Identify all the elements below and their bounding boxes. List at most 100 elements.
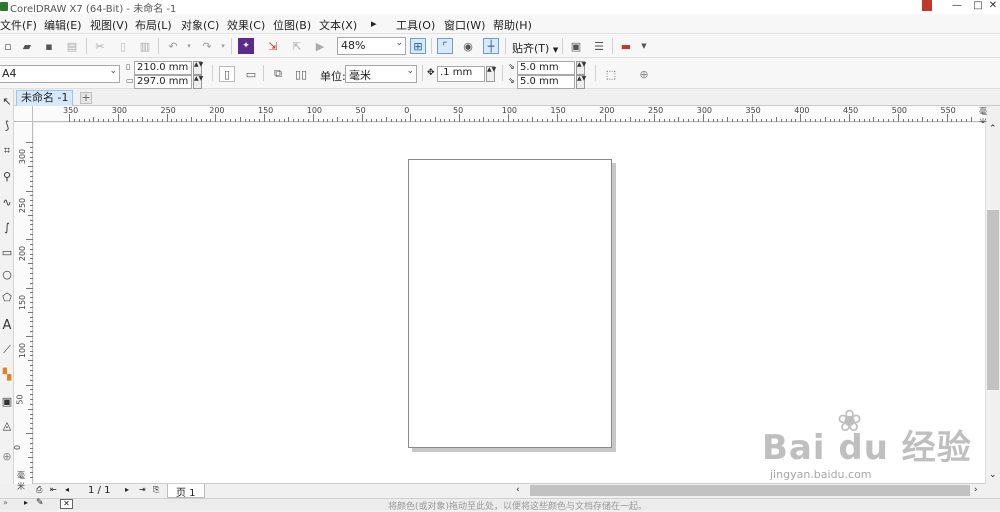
last-page-icon[interactable]: ⇥: [139, 485, 146, 494]
menu-window[interactable]: 窗口(W): [444, 17, 485, 33]
horizontal-ruler[interactable]: 350 300 250 200 150 100 50 0 50 100 150 200 250 300 35…: [33, 106, 987, 127]
duplicate-y-input[interactable]: 5.0 mm: [517, 75, 575, 89]
page-size-select[interactable]: A4 ⌄: [0, 65, 120, 83]
menu-text[interactable]: 文本(X): [319, 17, 357, 33]
chevron-down-icon: ⌄: [395, 38, 403, 48]
current-page-icon[interactable]: ▯▯: [293, 66, 309, 82]
duplicate-x-spinner[interactable]: ▲▼: [576, 61, 586, 75]
menu-layout[interactable]: 布局(L): [135, 17, 172, 33]
print-icon[interactable]: ▤: [64, 38, 80, 54]
export-icon[interactable]: ⇱: [289, 38, 305, 54]
menu-edit[interactable]: 编辑(E): [44, 17, 82, 33]
shape-tool-icon[interactable]: ⟆: [0, 115, 14, 135]
expand-status-icon[interactable]: »: [3, 498, 8, 507]
nudge-input[interactable]: .1 mm: [437, 66, 485, 82]
page-width-input[interactable]: 210.0 mm: [134, 61, 192, 75]
freehand-tool-icon[interactable]: ∿: [0, 192, 14, 212]
next-page-icon[interactable]: ▸: [125, 485, 129, 494]
add-tool-icon[interactable]: ⊕: [0, 446, 14, 466]
ruler-tick: [30, 437, 33, 439]
polygon-tool-icon[interactable]: ⬠: [0, 287, 14, 307]
publish-pdf-icon[interactable]: ▶: [312, 38, 328, 54]
page-setup-icon[interactable]: ⎙: [36, 485, 42, 495]
zoom-level-combo[interactable]: 48% ⌄: [337, 37, 406, 55]
welcome-screen-icon[interactable]: ▬: [618, 38, 634, 54]
search-content-icon[interactable]: ✦: [238, 38, 254, 54]
options-icon[interactable]: ▣: [568, 38, 584, 54]
menu-help[interactable]: 帮助(H): [493, 17, 532, 33]
baidu-watermark: ❀ Bai du 经验 jingyan.baidu.com: [762, 404, 982, 494]
ellipse-tool-icon[interactable]: ○: [0, 264, 14, 284]
close-button[interactable]: ✕: [986, 0, 1000, 12]
copy-icon[interactable]: ▯: [115, 38, 131, 54]
menu-effects[interactable]: 效果(C): [227, 17, 265, 33]
redo-icon[interactable]: ↷: [199, 38, 215, 54]
page-tab[interactable]: 页 1: [167, 484, 205, 499]
text-tool-icon[interactable]: A: [0, 315, 14, 335]
redo-dropdown-icon[interactable]: ▾: [215, 38, 231, 54]
connector-icon[interactable]: ▚: [0, 364, 14, 384]
menu-file[interactable]: 文件(F): [0, 17, 37, 33]
import-icon[interactable]: ⇲: [265, 38, 281, 54]
units-select[interactable]: 毫米 ⌄: [345, 65, 417, 83]
page-height-spinner[interactable]: ▲▼: [193, 75, 203, 89]
cut-icon[interactable]: ✂: [92, 38, 108, 54]
menu-bitmaps[interactable]: 位图(B): [273, 17, 311, 33]
ruler-tick: [30, 379, 33, 381]
rectangle-tool-icon[interactable]: ▭: [0, 242, 14, 262]
interactive-fill-icon[interactable]: ◬: [0, 415, 14, 435]
palette-arrow-icon[interactable]: ▸: [24, 498, 28, 507]
app-launcher-icon[interactable]: ☰: [591, 38, 607, 54]
first-page-icon[interactable]: ⇤: [50, 485, 57, 494]
quick-customize-icon[interactable]: ⊕: [636, 66, 652, 82]
nudge-spinner[interactable]: ▲▼: [486, 66, 496, 82]
duplicate-y-spinner[interactable]: ▲▼: [576, 75, 586, 89]
menu-more-arrow[interactable]: ▸: [371, 17, 377, 30]
account-icon[interactable]: [922, 0, 932, 11]
zoom-tool-icon[interactable]: ⚲: [0, 166, 14, 186]
parallel-dimension-icon[interactable]: ⟋: [0, 340, 14, 360]
vertical-ruler[interactable]: 300 250 200 150 100 50 0 毫米: [13, 122, 33, 491]
landscape-icon[interactable]: ▭: [243, 66, 259, 82]
ruler-tick: [761, 119, 763, 122]
menu-object[interactable]: 对象(C): [181, 17, 219, 33]
artistic-media-icon[interactable]: ∫: [0, 217, 14, 237]
ruler-tick: [619, 119, 621, 122]
eyedropper-icon[interactable]: ✎: [36, 498, 44, 508]
show-guidelines-icon[interactable]: ┼: [483, 38, 499, 54]
full-screen-preview-icon[interactable]: ⊞: [410, 38, 426, 54]
crop-tool-icon[interactable]: ⌗: [0, 141, 14, 161]
treat-as-filled-icon[interactable]: ⬚: [603, 66, 619, 82]
open-icon[interactable]: ▰: [19, 38, 35, 54]
scroll-up-icon[interactable]: ⌃: [989, 124, 997, 134]
ruler-origin-corner[interactable]: [14, 106, 33, 122]
pick-tool-icon[interactable]: ↖: [0, 91, 14, 111]
snap-to-button[interactable]: 贴齐(T) ▼: [512, 40, 558, 56]
page-height-input[interactable]: 297.0 mm: [134, 75, 192, 89]
show-rulers-icon[interactable]: ⌜: [437, 38, 453, 54]
scroll-left-icon[interactable]: ‹: [516, 485, 520, 495]
new-tab-button[interactable]: +: [80, 92, 92, 104]
vertical-scroll-thumb[interactable]: [987, 210, 999, 390]
show-grid-icon[interactable]: ◉: [460, 38, 476, 54]
undo-icon[interactable]: ↶: [165, 38, 181, 54]
document-tab[interactable]: 未命名 -1: [16, 90, 74, 106]
menu-tools[interactable]: 工具(O): [396, 17, 435, 33]
menu-view[interactable]: 视图(V): [90, 17, 128, 33]
previous-page-icon[interactable]: ◂: [65, 485, 69, 494]
document-page[interactable]: [408, 159, 612, 448]
save-icon[interactable]: ▪: [41, 38, 57, 54]
duplicate-x-input[interactable]: 5.0 mm: [517, 61, 575, 75]
all-pages-icon[interactable]: ⧉: [270, 66, 286, 82]
no-color-swatch[interactable]: ✕: [60, 499, 73, 509]
undo-dropdown-icon[interactable]: ▾: [181, 38, 197, 54]
add-page-icon[interactable]: ⎘: [153, 485, 159, 495]
chevron-down-icon[interactable]: ▼: [636, 38, 652, 54]
portrait-icon[interactable]: ▯: [219, 66, 235, 82]
scroll-down-icon[interactable]: ⌄: [989, 470, 997, 480]
ruler-tick: [429, 119, 431, 122]
page-width-spinner[interactable]: ▲▼: [193, 61, 203, 75]
new-document-icon[interactable]: ▫: [0, 38, 16, 54]
drop-shadow-icon[interactable]: ▣: [0, 391, 14, 411]
paste-icon[interactable]: ▥: [137, 38, 153, 54]
